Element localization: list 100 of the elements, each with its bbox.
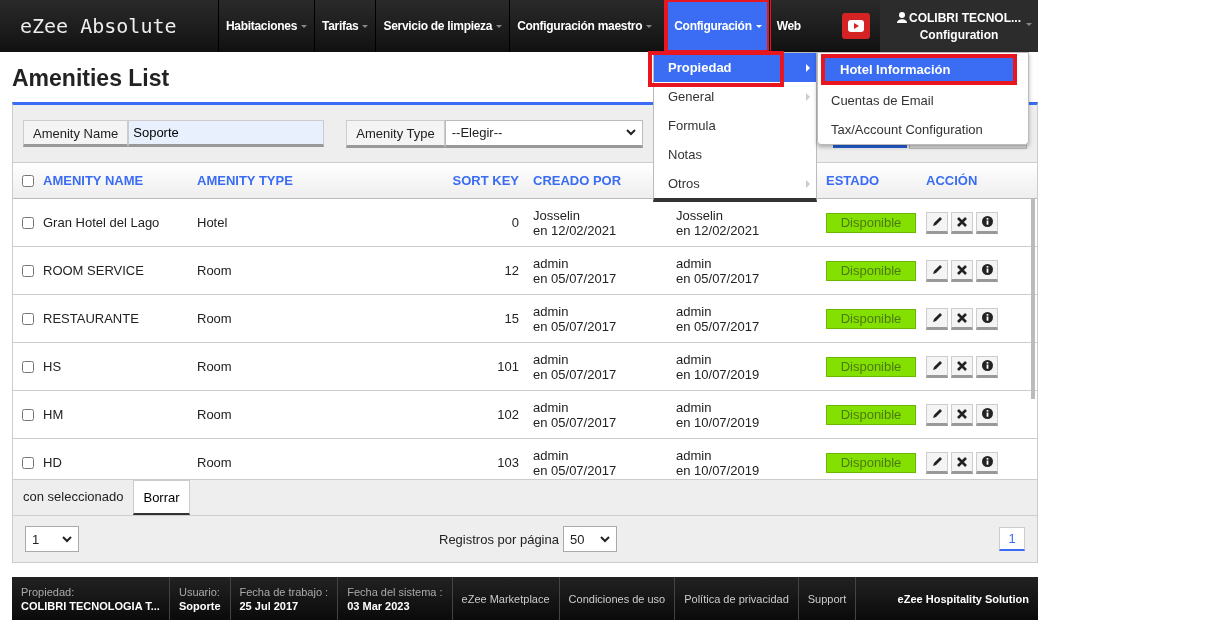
- row-checkbox[interactable]: [22, 264, 34, 277]
- column-header[interactable]: SORT KEY: [377, 173, 519, 188]
- footer-link[interactable]: Política de privacidad: [675, 577, 799, 620]
- footer-link[interactable]: eZee Marketplace: [452, 577, 560, 620]
- footer-label: Fecha de trabajo :: [239, 585, 329, 598]
- page-button[interactable]: 1: [999, 527, 1025, 551]
- bulk-action-label: con seleccionado: [22, 488, 125, 506]
- info-button[interactable]: [976, 355, 998, 378]
- per-page-dropdown[interactable]: 50: [562, 526, 617, 552]
- menu-item[interactable]: General: [654, 82, 816, 111]
- menu-item[interactable]: Hotel Información: [822, 55, 1016, 84]
- row-checkbox[interactable]: [22, 216, 34, 229]
- row-checkbox[interactable]: [22, 360, 34, 373]
- page-dropdown[interactable]: 1: [25, 526, 79, 552]
- table-cell-text: admin: [533, 255, 570, 271]
- info-button[interactable]: [976, 211, 998, 234]
- edit-button[interactable]: [926, 451, 948, 474]
- app-logo[interactable]: eZee Absolute: [0, 0, 218, 52]
- table-cell-text: en 05/07/2017: [533, 366, 618, 382]
- table-cell-text: HM: [43, 407, 65, 422]
- table-cell-text: admin: [676, 447, 713, 463]
- nav-menu-item[interactable]: Servicio de limpieza: [375, 0, 510, 52]
- play-button-icon[interactable]: [841, 13, 870, 39]
- close-icon: [957, 216, 967, 227]
- footer-link[interactable]: Support: [798, 577, 857, 620]
- delete-button[interactable]: [951, 451, 973, 474]
- delete-button[interactable]: [951, 355, 973, 378]
- close-icon: [957, 360, 967, 371]
- info-button[interactable]: [976, 307, 998, 330]
- info-icon: [981, 264, 993, 275]
- edit-button[interactable]: [926, 307, 948, 330]
- info-button[interactable]: [976, 259, 998, 282]
- footer-link[interactable]: Condiciones de uso: [559, 577, 676, 620]
- edit-button[interactable]: [926, 403, 948, 426]
- edit-button[interactable]: [926, 259, 948, 282]
- chevron-down-icon: [599, 535, 610, 543]
- info-button[interactable]: [976, 403, 998, 426]
- nav-menu-item[interactable]: Tarifas: [314, 0, 376, 52]
- table-cell-text: Room: [197, 311, 233, 326]
- menu-item[interactable]: Otros: [654, 169, 816, 198]
- table-cell-text: 0: [510, 215, 519, 230]
- delete-tab[interactable]: Borrar: [133, 480, 190, 515]
- amenity-name-field[interactable]: Soporte: [128, 120, 325, 147]
- table-cell-text: en 05/07/2017: [533, 270, 618, 286]
- table-cell-text: 102: [496, 407, 519, 422]
- table-cell-text: en 12/02/2021: [676, 222, 761, 238]
- menu-item[interactable]: Formula: [654, 111, 816, 140]
- table-cell-text: 15: [503, 311, 519, 326]
- info-icon: [981, 360, 993, 371]
- table-cell-text: Room: [197, 359, 233, 374]
- table-cell-text: Josselin: [533, 207, 581, 223]
- pencil-icon: [931, 216, 943, 227]
- row-checkbox[interactable]: [22, 456, 34, 469]
- delete-button[interactable]: [951, 211, 973, 234]
- table-cell-text: 103: [496, 455, 519, 470]
- table-cell-text: en 10/07/2019: [676, 462, 761, 478]
- edit-button[interactable]: [926, 355, 948, 378]
- user-name: COLIBRI TECNOL...: [909, 10, 1021, 25]
- table-cell-text: admin: [676, 303, 713, 319]
- status-badge: Disponible: [826, 404, 916, 425]
- user-icon: [897, 12, 907, 23]
- info-button[interactable]: [976, 451, 998, 474]
- table-cell-text: en 05/07/2017: [676, 270, 761, 286]
- table-cell-text: admin: [676, 255, 713, 271]
- pencil-icon: [931, 360, 943, 371]
- amenity-type-dropdown[interactable]: --Elegir--: [444, 119, 643, 148]
- column-header[interactable]: AMENITY NAME: [43, 173, 197, 188]
- menu-item[interactable]: Tax/Account Configuration: [818, 115, 1028, 144]
- select-all-checkbox[interactable]: [22, 174, 34, 187]
- field-label: Amenity Type: [346, 119, 445, 148]
- table-cell-text: admin: [533, 351, 570, 367]
- column-header[interactable]: AMENITY TYPE: [197, 173, 377, 188]
- menu-item[interactable]: Notas: [654, 140, 816, 169]
- user-menu[interactable]: COLIBRI TECNOL... Configuration: [880, 0, 1038, 52]
- info-icon: [981, 216, 993, 227]
- delete-button[interactable]: [951, 259, 973, 282]
- menu-item[interactable]: Cuentas de Email: [818, 86, 1028, 115]
- column-header[interactable]: ACCIÓN: [926, 173, 1026, 188]
- column-header[interactable]: ESTADO: [826, 173, 926, 188]
- delete-button[interactable]: [951, 307, 973, 330]
- footer-label: Fecha del sistema :: [347, 585, 443, 598]
- table-cell-text: admin: [676, 351, 713, 367]
- nav-menu-item[interactable]: Habitaciones: [218, 0, 315, 52]
- info-icon: [981, 456, 993, 467]
- scrollbar[interactable]: [1031, 199, 1035, 399]
- footer-value: Soporte: [178, 599, 221, 612]
- status-badge: Disponible: [826, 260, 916, 281]
- nav-menu-item[interactable]: Configuración: [666, 0, 769, 52]
- caret-icon: [1026, 23, 1032, 26]
- row-checkbox[interactable]: [22, 408, 34, 421]
- footer-value: COLIBRI TECNOLOGIA T...: [21, 599, 160, 612]
- delete-button[interactable]: [951, 403, 973, 426]
- pencil-icon: [931, 456, 943, 467]
- table-cell-text: admin: [676, 399, 713, 415]
- row-checkbox[interactable]: [22, 312, 34, 325]
- pencil-icon: [931, 312, 943, 323]
- field-label: Amenity Name: [23, 120, 129, 147]
- page-title: Amenities List: [12, 64, 170, 93]
- table-cell-text: en 12/02/2021: [533, 222, 618, 238]
- edit-button[interactable]: [926, 211, 948, 234]
